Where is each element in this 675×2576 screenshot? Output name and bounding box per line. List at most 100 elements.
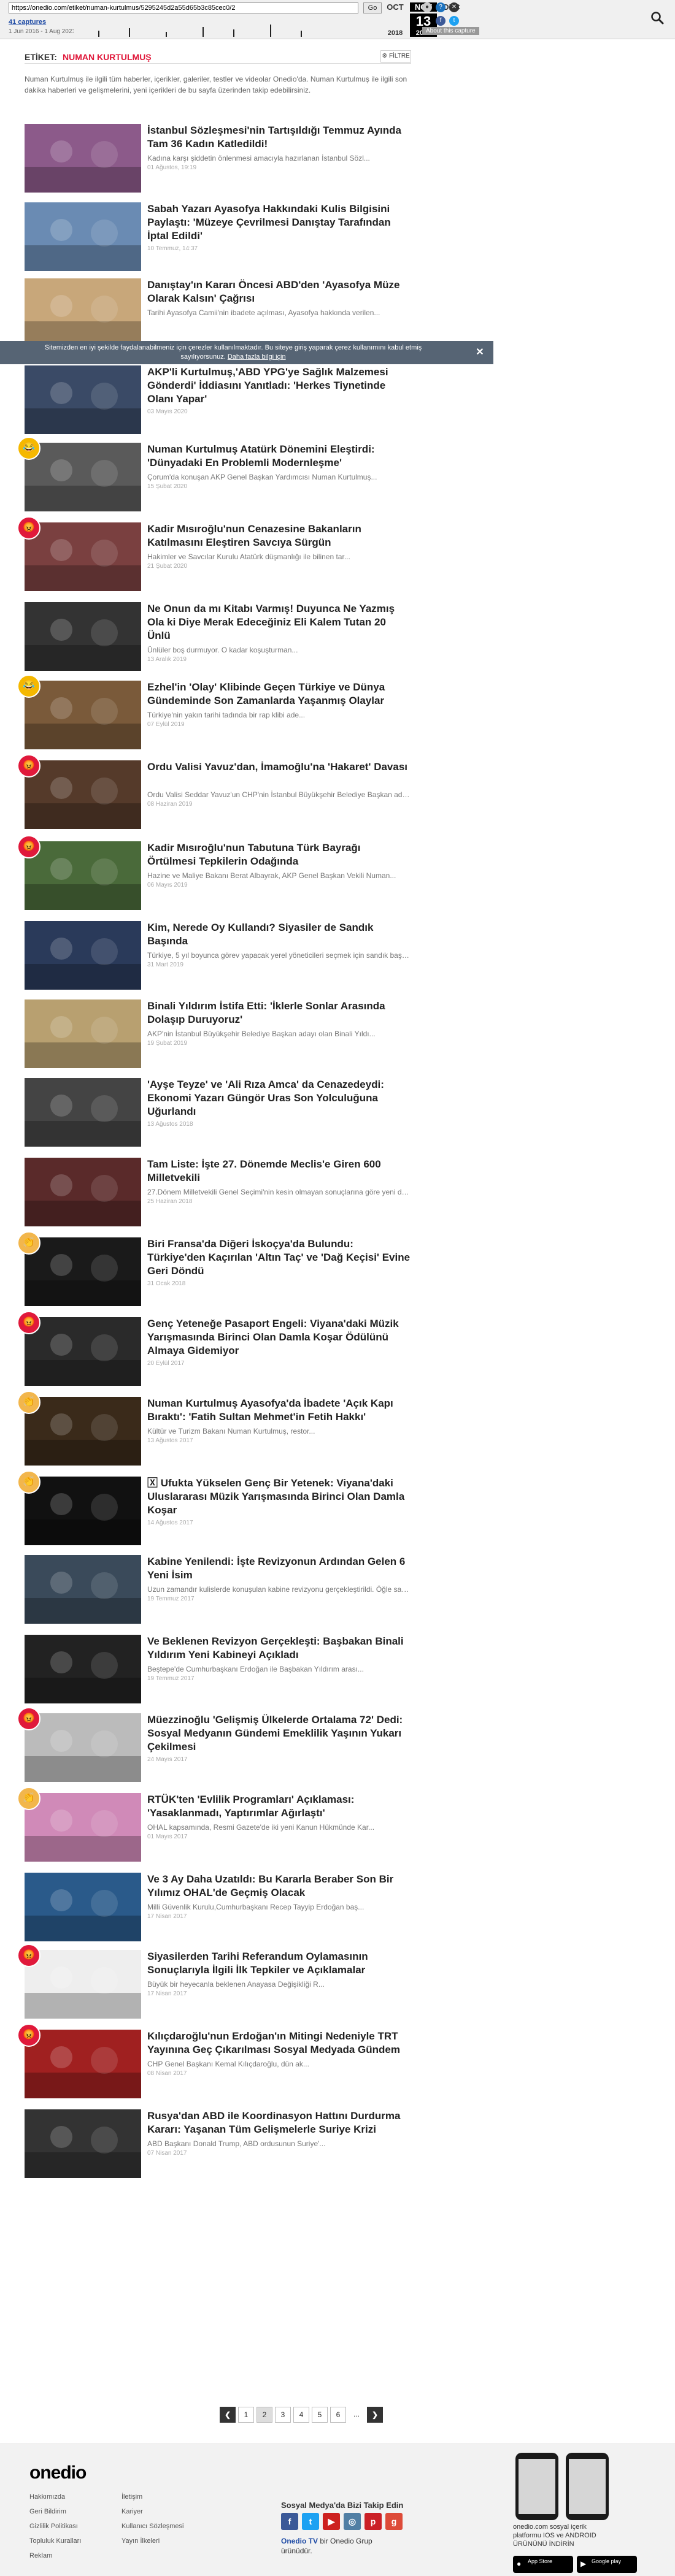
onedio-tv-link[interactable]: Onedio TV [281,2537,318,2545]
article-card[interactable]: 😡 Genç Yeteneğe Pasaport Engeli: Viyana'd… [17,1311,411,1388]
article-title[interactable]: 'Ayşe Teyze' ve 'Ali Rıza Amca' da Cenaz… [147,1078,411,1118]
article-card[interactable]: 😡 Müezzinoğlu 'Gelişmiş Ülkelerde Ortalam… [17,1707,411,1784]
article-title[interactable]: Genç Yeteneğe Pasaport Engeli: Viyana'da… [147,1317,411,1358]
filter-button[interactable]: ⚙ FİLTRE [380,50,411,63]
article-title[interactable]: AKP'li Kurtulmuş,'ABD YPG'ye Sağlık Malz… [147,365,411,406]
help-icon[interactable]: ? [436,2,446,12]
article-title[interactable]: Kim, Nerede Oy Kullandı? Siyasiler de Sa… [147,921,411,948]
article-title[interactable]: Biri Fransa'da Diğeri İskoçya'da Bulundu… [147,1237,411,1278]
article-card[interactable]: Ne Onun da mı Kitabı Varmış! Duyunca Ne … [25,602,411,673]
cookie-close-icon[interactable]: ✕ [474,346,486,359]
cookie-more-link[interactable]: Daha fazla bilgi için [228,353,286,361]
article-card[interactable]: Sabah Yazarı Ayasofya Hakkındaki Kulis B… [25,202,411,273]
article-title[interactable]: Numan Kurtulmuş Atatürk Dönemini Eleştir… [147,443,411,470]
article-title[interactable]: Tam Liste: İşte 27. Dönemde Meclis'e Gir… [147,1158,411,1185]
footer-link[interactable]: Yayın İlkeleri [122,2537,160,2545]
article-title[interactable]: Ordu Valisi Yavuz'dan, İmamoğlu'na 'Haka… [147,760,411,774]
google-plus-icon[interactable]: g [385,2513,403,2530]
article-card[interactable]: 'Ayşe Teyze' ve 'Ali Rıza Amca' da Cenaz… [25,1078,411,1149]
facebook-icon[interactable]: f [281,2513,298,2530]
article-card[interactable]: Kabine Yenilendi: İşte Revizyonun Ardınd… [25,1555,411,1626]
wayback-captures-link[interactable]: 41 captures [9,18,46,26]
article-thumbnail[interactable] [25,1317,141,1386]
article-title[interactable]: Ve 3 Ay Daha Uzatıldı: Bu Kararla Berabe… [147,1873,411,1900]
article-thumbnail[interactable] [25,202,141,271]
article-card[interactable]: 👏 🅇 Ufukta Yükselen Genç Bir Yetenek: Viy… [17,1470,411,1548]
article-card[interactable]: 😡 Ordu Valisi Yavuz'dan, İmamoğlu'na 'Hak… [17,754,411,831]
prev-page-button[interactable]: ❮ [220,2407,236,2423]
article-thumbnail[interactable] [25,1873,141,1941]
article-card[interactable]: 😡 Kılıçdaroğlu'nun Erdoğan'ın Mitingi Ned… [17,2024,411,2101]
facebook-icon[interactable]: f [436,16,446,26]
wayback-about-link[interactable]: About this capture [422,27,479,35]
wayback-url-input[interactable] [9,2,358,13]
article-thumbnail[interactable] [25,921,141,990]
article-title[interactable]: RTÜK'ten 'Evlilik Programları' Açıklamas… [147,1793,411,1820]
article-card[interactable]: Ve Beklenen Revizyon Gerçekleşti: Başbak… [25,1635,411,1706]
article-card[interactable]: 👏 RTÜK'ten 'Evlilik Programları' Açıklama… [17,1787,411,1864]
close-icon[interactable]: ✕ [449,2,459,12]
article-title[interactable]: Kılıçdaroğlu'nun Erdoğan'ın Mitingi Nede… [147,2030,411,2057]
article-card[interactable]: Tam Liste: İşte 27. Dönemde Meclis'e Gir… [25,1158,411,1229]
article-thumbnail[interactable] [25,1158,141,1226]
article-title[interactable]: Kadir Mısıroğlu'nun Cenazesine Bakanları… [147,522,411,549]
footer-link[interactable]: Topluluk Kuralları [29,2537,81,2545]
google-play-button[interactable]: ▶ Google play [577,2556,637,2573]
article-title[interactable]: Numan Kurtulmuş Ayasofya'da İbadete 'Açı… [147,1397,411,1424]
next-page-button[interactable]: ❯ [367,2407,383,2423]
page-link[interactable]: 4 [293,2407,309,2423]
article-title[interactable]: Danıştay'ın Kararı Öncesi ABD'den 'Ayaso… [147,278,411,305]
article-thumbnail[interactable] [25,2109,141,2178]
twitter-icon[interactable]: t [302,2513,319,2530]
article-card[interactable]: 👏 Biri Fransa'da Diğeri İskoçya'da Bulund… [17,1231,411,1309]
article-thumbnail[interactable] [25,1078,141,1147]
footer-link[interactable]: Gizlilik Politikası [29,2523,78,2530]
article-card[interactable]: AKP'li Kurtulmuş,'ABD YPG'ye Sağlık Malz… [25,365,411,437]
wayback-month-prev[interactable]: OCT [382,2,409,12]
article-title[interactable]: Ezhel'in 'Olay' Klibinde Geçen Türkiye v… [147,681,411,708]
article-thumbnail[interactable] [25,1793,141,1862]
article-card[interactable]: Kim, Nerede Oy Kullandı? Siyasiler de Sa… [25,921,411,992]
article-thumbnail[interactable] [25,443,141,511]
article-card[interactable]: 👏 Numan Kurtulmuş Ayasofya'da İbadete 'Aç… [17,1391,411,1468]
article-thumbnail[interactable] [25,1713,141,1782]
article-card[interactable]: İstanbul Sözleşmesi'nin Tartışıldığı Tem… [25,124,411,195]
article-thumbnail[interactable] [25,602,141,671]
page-link[interactable]: 6 [330,2407,346,2423]
article-title[interactable]: Kabine Yenilendi: İşte Revizyonun Ardınd… [147,1555,411,1582]
footer-link[interactable]: Kullanıcı Sözleşmesi [122,2523,184,2530]
wayback-year-prev[interactable]: 2018 [382,29,409,37]
article-thumbnail[interactable] [25,999,141,1068]
article-card[interactable]: 😡 Kadir Mısıroğlu'nun Cenazesine Bakanlar… [17,516,411,594]
footer-logo[interactable]: onedio [29,2463,87,2483]
wayback-sparkline[interactable] [74,16,338,37]
article-thumbnail[interactable] [25,365,141,434]
article-card[interactable]: Ve 3 Ay Daha Uzatıldı: Bu Kararla Berabe… [25,1873,411,1944]
article-title[interactable]: Siyasilerden Tarihi Referandum Oylamasın… [147,1950,411,1977]
article-thumbnail[interactable] [25,278,141,347]
article-thumbnail[interactable] [25,124,141,193]
article-thumbnail[interactable] [25,841,141,910]
article-thumbnail[interactable] [25,1635,141,1703]
article-card[interactable]: 😡 Siyasilerden Tarihi Referandum Oylaması… [17,1944,411,2021]
article-thumbnail[interactable] [25,1477,141,1545]
user-icon[interactable]: ● [422,2,432,12]
article-thumbnail[interactable] [25,760,141,829]
twitter-icon[interactable]: t [449,16,459,26]
article-thumbnail[interactable] [25,522,141,591]
article-title[interactable]: Binali Yıldırım İstifa Etti: 'İklerle So… [147,999,411,1026]
page-link[interactable]: 1 [238,2407,254,2423]
article-title[interactable]: Ve Beklenen Revizyon Gerçekleşti: Başbak… [147,1635,411,1662]
page-link[interactable]: 3 [275,2407,291,2423]
article-card[interactable]: Binali Yıldırım İstifa Etti: 'İklerle So… [25,999,411,1071]
pinterest-icon[interactable]: p [364,2513,382,2530]
article-title[interactable]: Sabah Yazarı Ayasofya Hakkındaki Kulis B… [147,202,411,243]
article-title[interactable]: 🅇 Ufukta Yükselen Genç Bir Yetenek: Viya… [147,1477,411,1517]
article-title[interactable]: Kadir Mısıroğlu'nun Tabutuna Türk Bayrağ… [147,841,411,868]
article-thumbnail[interactable] [25,1950,141,2019]
footer-link[interactable]: İletişim [122,2493,142,2501]
article-title[interactable]: Rusya'dan ABD ile Koordinasyon Hattını D… [147,2109,411,2136]
page-link-current[interactable]: 2 [256,2407,272,2423]
instagram-icon[interactable]: ◎ [344,2513,361,2530]
page-link[interactable]: 5 [312,2407,328,2423]
